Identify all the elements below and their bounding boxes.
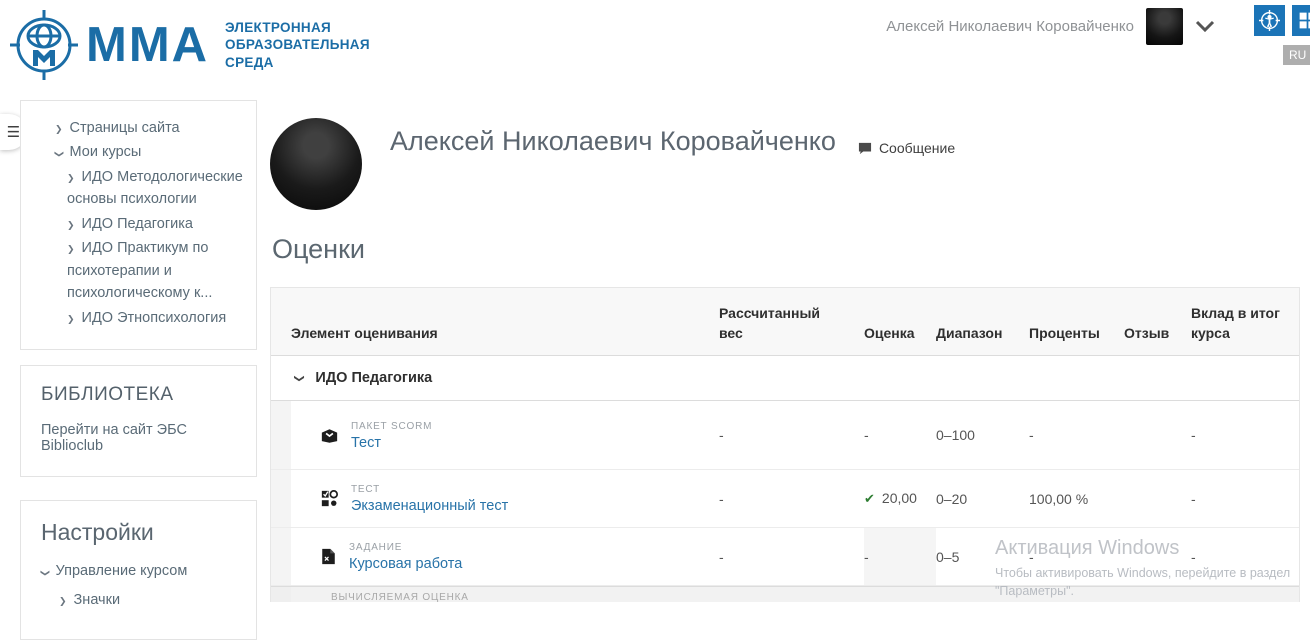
cell-grade: - xyxy=(864,427,936,443)
chevron-right-icon: ❯ xyxy=(67,219,75,233)
chevron-right-icon: ❯ xyxy=(67,243,75,257)
indent-gutter xyxy=(271,470,291,527)
table-header-row: Элемент оценивания Рассчитанный вес Оцен… xyxy=(271,288,1299,356)
message-link[interactable]: Сообщение xyxy=(858,140,955,156)
cell-percent: 100,00 % xyxy=(1029,491,1124,507)
item-type: ЗАДАНИЕ xyxy=(349,542,462,553)
item-link[interactable]: Экзаменационный тест xyxy=(351,498,508,514)
user-menu[interactable]: Алексей Николаевич Коровайченко xyxy=(0,0,1215,52)
indent-gutter xyxy=(271,587,291,602)
cell-contribution: - xyxy=(1191,427,1299,443)
accessibility-icon xyxy=(1259,10,1280,31)
sidebar-item-course-practicum[interactable]: ❯ИДО Практикум по психотерапии и психоло… xyxy=(37,237,244,304)
item-link[interactable]: Курсовая работа xyxy=(349,556,462,572)
profile-header: Алексей Николаевич Коровайченко Сообщени… xyxy=(270,118,1302,210)
table-row-partial: ВЫЧИСЛЯЕМАЯ ОЦЕНКА xyxy=(271,586,1299,602)
indent-gutter xyxy=(271,528,291,585)
chevron-right-icon: ❯ xyxy=(67,313,75,327)
top-header: ММА ЭЛЕКТРОННАЯ ОБРАЗОВАТЕЛЬНАЯ СРЕДА Ал… xyxy=(0,0,1310,96)
sidebar-item-badges[interactable]: ❯Значки xyxy=(41,589,240,611)
sidebar-item-course-pedagogy[interactable]: ❯ИДО Педагогика xyxy=(37,213,244,235)
cell-weight: - xyxy=(719,549,864,565)
category-name: ИДО Педагогика xyxy=(315,370,432,386)
main-content: Алексей Николаевич Коровайченко Сообщени… xyxy=(270,105,1302,602)
profile-name: Алексей Николаевич Коровайченко xyxy=(390,126,836,157)
category-row[interactable]: ❯ ИДО Педагогика xyxy=(271,356,1299,401)
language-switcher[interactable]: RU xyxy=(1283,45,1310,65)
library-block: БИБЛИОТЕКА Перейти на сайт ЭБС Biblioclu… xyxy=(20,365,257,477)
column-header-feedback: Отзыв xyxy=(1124,324,1191,344)
cell-contribution: - xyxy=(1191,549,1299,565)
quiz-icon xyxy=(321,490,338,507)
cell-percent: - xyxy=(1029,549,1124,565)
cell-range: 0–20 xyxy=(936,491,1029,507)
library-link[interactable]: Перейти на сайт ЭБС Biblioclub xyxy=(41,422,240,454)
cell-weight: - xyxy=(719,427,864,443)
table-row: ТЕСТ Экзаменационный тест - ✔20,00 0–20 … xyxy=(271,470,1299,528)
language-badge-ru[interactable]: RU xyxy=(1283,45,1310,65)
sidebar-item-course-methodology[interactable]: ❯ИДО Методологические основы психологии xyxy=(37,166,244,211)
chevron-right-icon: ❯ xyxy=(67,172,75,186)
assignment-icon xyxy=(321,548,336,565)
chevron-down-icon: ❯ xyxy=(38,569,52,577)
grade-report-table: Элемент оценивания Рассчитанный вес Оцен… xyxy=(270,287,1300,602)
column-header-item: Элемент оценивания xyxy=(271,324,719,344)
user-avatar[interactable] xyxy=(1146,8,1183,45)
chevron-down-icon: ❯ xyxy=(294,374,305,382)
chevron-right-icon: ❯ xyxy=(59,595,67,609)
profile-avatar xyxy=(270,118,362,210)
cell-grade: ✔20,00 xyxy=(864,490,936,507)
column-header-percent: Проценты xyxy=(1029,324,1124,344)
sidebar-item-course-administration[interactable]: ❯Управление курсом xyxy=(41,560,240,582)
item-type: ТЕСТ xyxy=(351,484,508,495)
accessibility-button[interactable] xyxy=(1254,5,1285,36)
cell-percent: - xyxy=(1029,427,1124,443)
chevron-down-icon: ❯ xyxy=(52,151,66,159)
chevron-right-icon: ❯ xyxy=(55,123,63,137)
item-link[interactable]: Тест xyxy=(351,435,432,451)
column-header-range: Диапазон xyxy=(936,324,1029,344)
chevron-down-icon[interactable] xyxy=(1195,20,1215,32)
table-row: ПАКЕТ SCORM Тест - - 0–100 - - xyxy=(271,401,1299,470)
sidebar: ❯Страницы сайта ❯Мои курсы ❯ИДО Методоло… xyxy=(20,100,257,640)
table-row: ЗАДАНИЕ Курсовая работа - - 0–5 - - xyxy=(271,528,1299,586)
settings-title: Настройки xyxy=(41,519,240,546)
indent-gutter xyxy=(271,401,291,469)
column-header-contribution: Вклад в итог курса xyxy=(1191,304,1299,343)
secondary-header-button[interactable] xyxy=(1292,5,1310,36)
column-header-weight: Рассчитанный вес xyxy=(719,304,829,343)
checkmark-icon: ✔ xyxy=(864,491,875,506)
page-title: Оценки xyxy=(272,234,1302,265)
cell-weight: - xyxy=(719,491,864,507)
cell-grade: - xyxy=(864,528,936,585)
scorm-package-icon xyxy=(321,428,338,444)
hamburger-icon: ☰ xyxy=(7,123,20,141)
navigation-block: ❯Страницы сайта ❯Мои курсы ❯ИДО Методоло… xyxy=(20,100,257,350)
message-bubble-icon xyxy=(858,142,872,155)
cell-contribution: - xyxy=(1191,491,1299,507)
settings-block: Настройки ❯Управление курсом ❯Значки xyxy=(20,500,257,640)
cell-range: 0–100 xyxy=(936,427,1029,443)
sidebar-item-site-pages[interactable]: ❯Страницы сайта xyxy=(37,117,244,139)
sidebar-item-my-courses[interactable]: ❯Мои курсы xyxy=(37,141,244,163)
user-menu-name: Алексей Николаевич Коровайченко xyxy=(886,18,1134,35)
library-title: БИБЛИОТЕКА xyxy=(41,384,240,406)
grid-icon xyxy=(1297,10,1310,31)
item-type: ВЫЧИСЛЯЕМАЯ ОЦЕНКА xyxy=(291,587,1299,602)
item-type: ПАКЕТ SCORM xyxy=(351,421,432,432)
column-header-grade: Оценка xyxy=(864,324,936,344)
sidebar-item-course-ethnopsychology[interactable]: ❯ИДО Этнопсихология xyxy=(37,307,244,329)
cell-range: 0–5 xyxy=(936,549,1029,565)
